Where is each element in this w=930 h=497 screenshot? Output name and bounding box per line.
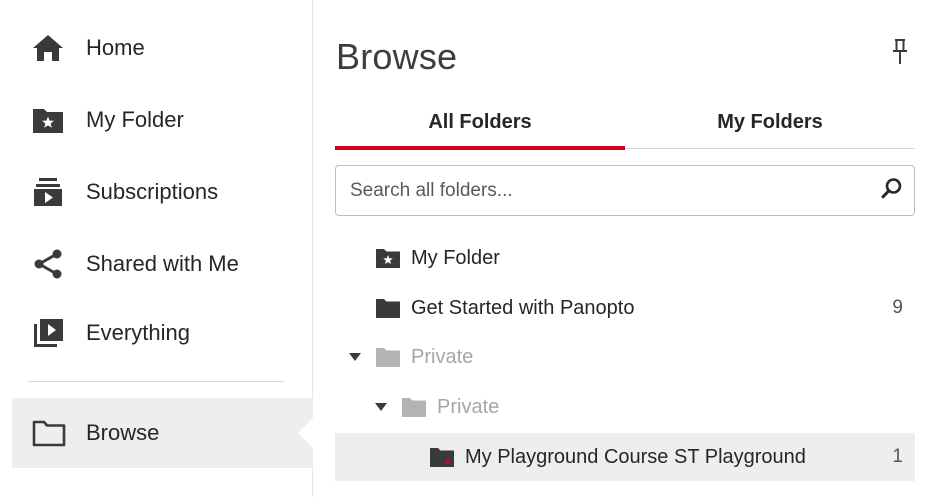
tree-item-label: Private	[411, 345, 474, 368]
folder-search	[335, 165, 915, 216]
sidebar-item-my-folder[interactable]: My Folder	[12, 92, 313, 148]
tree-item-get-started[interactable]: Get Started with Panopto 9	[335, 285, 915, 331]
folder-icon	[401, 396, 427, 418]
tree-item-playground-course[interactable]: My Playground Course ST Playground 1	[335, 433, 915, 481]
folder-tabs: All Folders My Folders	[335, 96, 915, 150]
tree-item-my-folder[interactable]: My Folder	[335, 235, 915, 281]
sidebar-item-label: Everything	[86, 320, 190, 345]
caret-down-icon[interactable]	[373, 402, 389, 412]
tree-item-label: My Folder	[411, 246, 500, 269]
search-icon	[881, 177, 903, 204]
sidebar-item-home[interactable]: Home	[12, 20, 313, 76]
video-library-icon	[32, 317, 76, 349]
browse-panel: Browse All Folders My Folders My Folder …	[314, 0, 930, 497]
share-icon	[32, 248, 76, 280]
sidebar-item-subscriptions[interactable]: Subscriptions	[12, 164, 313, 220]
pin-icon	[890, 39, 910, 70]
pin-button[interactable]	[890, 38, 910, 66]
tree-item-label: My Playground Course ST Playground	[465, 445, 806, 468]
sidebar-item-browse[interactable]: Browse	[12, 398, 314, 468]
sidebar-item-label: My Folder	[86, 107, 184, 132]
sidebar-item-everything[interactable]: Everything	[12, 305, 313, 361]
sidebar-item-shared-with-me[interactable]: Shared with Me	[12, 236, 313, 292]
sidebar-item-label: Shared with Me	[86, 251, 239, 276]
tree-item-private[interactable]: Private	[335, 334, 915, 380]
star-folder-icon	[375, 247, 401, 269]
tab-all-folders[interactable]: All Folders	[335, 96, 625, 150]
folder-icon	[375, 297, 401, 319]
tab-my-folders[interactable]: My Folders	[625, 96, 915, 148]
folder-outline-icon	[32, 417, 76, 449]
search-input[interactable]	[336, 166, 870, 215]
page-title: Browse	[336, 36, 458, 77]
course-folder-icon	[429, 446, 455, 468]
caret-down-icon[interactable]	[347, 352, 363, 362]
star-folder-icon	[32, 104, 76, 136]
tree-item-label: Get Started with Panopto	[411, 296, 635, 319]
sidebar-item-label: Browse	[86, 420, 160, 445]
subscriptions-icon	[32, 176, 76, 208]
session-count: 9	[892, 297, 903, 318]
home-icon	[32, 32, 76, 64]
sidebar: Home My Folder Subscriptions Shared with…	[0, 0, 314, 497]
folder-icon	[375, 346, 401, 368]
sidebar-item-label: Subscriptions	[86, 179, 219, 204]
tree-item-private-sub[interactable]: Private	[335, 384, 915, 430]
sidebar-item-label: Home	[86, 35, 145, 60]
sidebar-divider	[28, 381, 284, 382]
search-button[interactable]	[870, 169, 914, 213]
active-indicator	[298, 417, 314, 449]
tree-item-label: Private	[437, 395, 500, 418]
session-count: 1	[892, 446, 903, 467]
